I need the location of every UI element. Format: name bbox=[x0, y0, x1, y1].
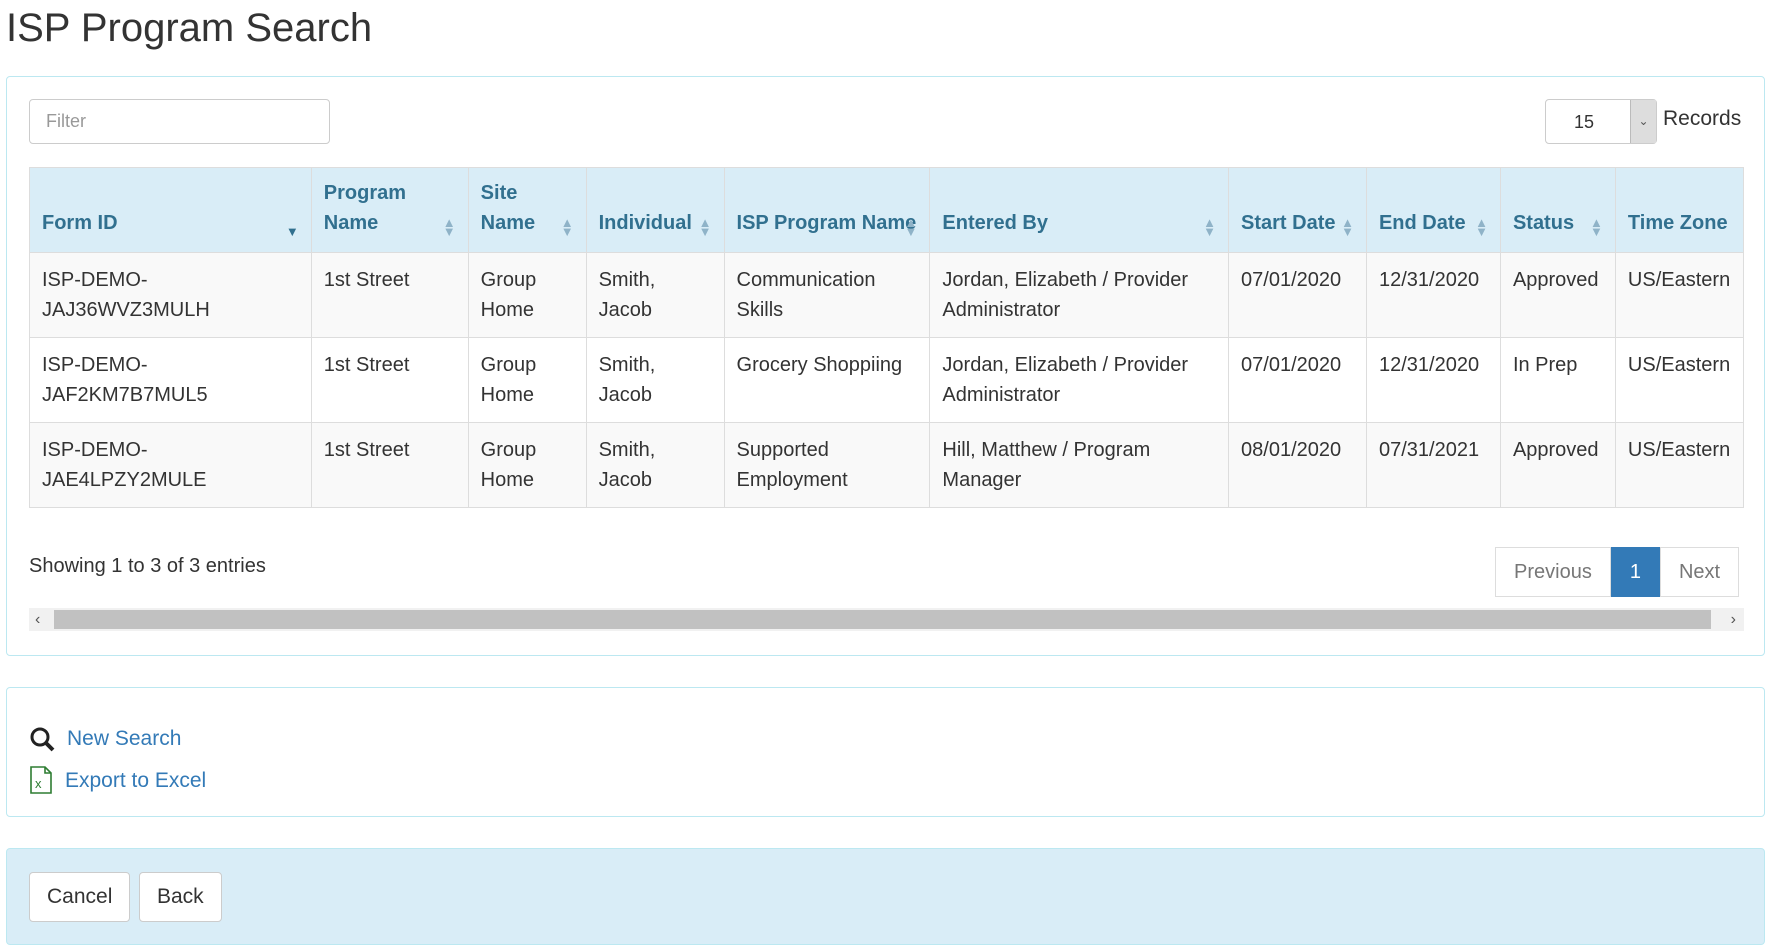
scroll-left-icon[interactable]: ‹ bbox=[35, 608, 40, 631]
table-info: Showing 1 to 3 of 3 entries bbox=[29, 555, 266, 577]
table-cell: Group Home bbox=[467, 252, 587, 338]
column-label: Start Date bbox=[1241, 212, 1336, 234]
column-label: Time Zone bbox=[1627, 212, 1728, 234]
column-header[interactable]: Form ID ▼ bbox=[29, 167, 312, 253]
export-excel-link[interactable]: Export to Excel bbox=[65, 769, 206, 793]
table-row[interactable]: ISP-DEMO-JAE4LPZY2MULE 1st Street Group Ho… bbox=[29, 422, 1745, 508]
table-cell: US/Eastern bbox=[1614, 252, 1745, 338]
table-cell: 12/31/2020 bbox=[1365, 252, 1501, 338]
actions-panel: New Search x Export to Excel bbox=[6, 687, 1765, 817]
filter-input[interactable] bbox=[29, 99, 330, 144]
cancel-button[interactable]: Cancel bbox=[29, 872, 131, 922]
table-cell: Supported Employment bbox=[723, 422, 931, 508]
sort-icon: ▲ ▼ bbox=[442, 215, 456, 239]
pagination: Previous 1 Next bbox=[1495, 547, 1740, 597]
table-cell: Jordan, Elizabeth / Provider Administrat… bbox=[929, 252, 1230, 338]
next-button[interactable]: Next bbox=[1659, 547, 1740, 597]
sort-icon: ▲ ▼ bbox=[1341, 215, 1354, 239]
column-label: Status bbox=[1512, 212, 1575, 234]
column-label: Entered By bbox=[942, 212, 1048, 234]
table-cell: Group Home bbox=[467, 422, 587, 508]
table-cell: Smith, Jacob bbox=[585, 422, 725, 508]
column-header[interactable]: Entered By ▲ ▼ bbox=[929, 167, 1230, 253]
scrollbar-thumb[interactable] bbox=[54, 610, 1711, 629]
table-cell: Grocery Shoppiing bbox=[723, 337, 931, 423]
table-cell: US/Eastern bbox=[1614, 337, 1745, 423]
records-label: Records bbox=[1663, 107, 1742, 130]
records-select[interactable]: 15 ⌄ bbox=[1545, 99, 1657, 144]
records-value: 15 bbox=[1574, 112, 1595, 132]
column-header[interactable]: Start Date ▲ ▼ bbox=[1228, 167, 1367, 253]
sort-icon: ▲ ▼ bbox=[1590, 215, 1603, 239]
new-search-link[interactable]: New Search bbox=[67, 727, 181, 751]
table-cell: ISP-DEMO-JAF2KM7B7MUL5 bbox=[29, 337, 312, 423]
sort-desc-icon: ▼ bbox=[285, 224, 299, 239]
sort-icon: ▲ ▼ bbox=[904, 215, 918, 239]
table-cell: Smith, Jacob bbox=[585, 252, 725, 338]
sort-icon: ▲ ▼ bbox=[560, 215, 574, 239]
table-cell: Approved bbox=[1499, 252, 1616, 338]
table-cell: 07/01/2020 bbox=[1228, 252, 1367, 338]
page-1-button[interactable]: 1 bbox=[1610, 547, 1660, 597]
column-header[interactable]: Time Zone bbox=[1614, 167, 1745, 253]
table-cell: 07/31/2021 bbox=[1365, 422, 1501, 508]
form-id: ISP-DEMO-JAE4LPZY2MULE bbox=[42, 439, 207, 491]
table-row[interactable]: ISP-DEMO-JAJ36WVZ3MULH 1st Street Group Ho… bbox=[29, 252, 1745, 338]
form-id: ISP-DEMO-JAF2KM7B7MUL5 bbox=[42, 354, 208, 406]
svg-text:x: x bbox=[35, 776, 42, 791]
results-panel: 15 ⌄ Records Form ID▼Program Name▲▼Site … bbox=[6, 76, 1765, 656]
table-cell: 08/01/2020 bbox=[1228, 422, 1367, 508]
column-header[interactable]: End Date ▲ ▼ bbox=[1365, 167, 1501, 253]
form-id: ISP-DEMO-JAJ36WVZ3MULH bbox=[42, 269, 210, 321]
table-cell: Jordan, Elizabeth / Provider Administrat… bbox=[929, 337, 1230, 423]
table-cell: Group Home bbox=[467, 337, 587, 423]
column-header[interactable]: Individual ▲ ▼ bbox=[585, 167, 725, 253]
previous-button[interactable]: Previous bbox=[1495, 547, 1611, 597]
column-label: Site Name bbox=[480, 182, 536, 234]
column-header[interactable]: ISP Program Name ▲ ▼ bbox=[723, 167, 931, 253]
table-cell: US/Eastern bbox=[1614, 422, 1745, 508]
table-cell: Approved bbox=[1499, 422, 1616, 508]
sort-icon: ▲ ▼ bbox=[698, 215, 712, 239]
table-cell: Communication Skills bbox=[723, 252, 931, 338]
table-cell: 1st Street bbox=[310, 252, 469, 338]
column-label: ISP Program Name bbox=[736, 212, 917, 234]
horizontal-scrollbar[interactable]: ‹ › bbox=[29, 608, 1744, 631]
footer-panel: Cancel Back bbox=[6, 848, 1765, 945]
search-icon bbox=[30, 727, 55, 752]
table-cell: 1st Street bbox=[310, 337, 469, 423]
table-cell: Smith, Jacob bbox=[585, 337, 725, 423]
page-title: ISP Program Search bbox=[6, 6, 373, 50]
sort-icon: ▲ ▼ bbox=[1203, 215, 1217, 239]
results-table: Form ID ▼ Program Name ▲ ▼ Site Name ▲ ▼ Individ… bbox=[29, 167, 1745, 508]
excel-icon: x bbox=[30, 766, 52, 794]
column-label: Form ID bbox=[42, 212, 118, 234]
back-button[interactable]: Back bbox=[139, 872, 222, 922]
column-label: Program Name bbox=[323, 182, 407, 234]
sort-icon: ▲ ▼ bbox=[1475, 215, 1488, 239]
column-header[interactable]: Program Name ▲ ▼ bbox=[310, 167, 469, 253]
column-header[interactable]: Status ▲ ▼ bbox=[1499, 167, 1616, 253]
table-cell: 07/01/2020 bbox=[1228, 337, 1367, 423]
chevron-down-icon[interactable]: ⌄ bbox=[1630, 100, 1656, 143]
table-cell: 1st Street bbox=[310, 422, 469, 508]
table-cell: In Prep bbox=[1499, 337, 1616, 423]
table-cell: Hill, Matthew / Program Manager bbox=[929, 422, 1230, 508]
table-cell: ISP-DEMO-JAJ36WVZ3MULH bbox=[29, 252, 312, 338]
table-cell: ISP-DEMO-JAE4LPZY2MULE bbox=[29, 422, 312, 508]
scroll-right-icon[interactable]: › bbox=[1731, 608, 1736, 631]
table-cell: 12/31/2020 bbox=[1365, 337, 1501, 423]
column-header[interactable]: Site Name ▲ ▼ bbox=[467, 167, 587, 253]
column-label: Individual bbox=[598, 212, 692, 234]
column-label: End Date bbox=[1378, 212, 1466, 234]
table-row[interactable]: ISP-DEMO-JAF2KM7B7MUL5 1st Street Group Ho… bbox=[29, 337, 1745, 423]
